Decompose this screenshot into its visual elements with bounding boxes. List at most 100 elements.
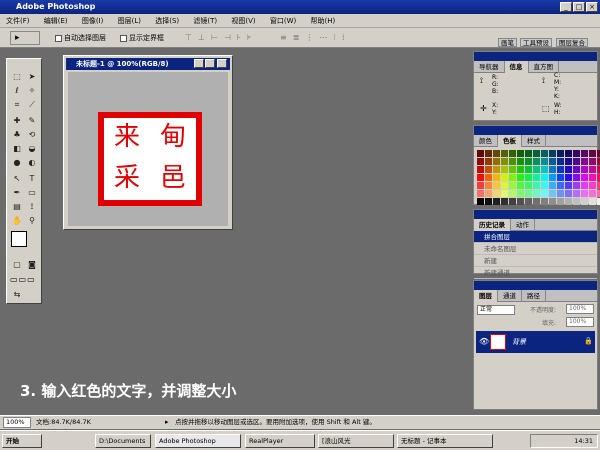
swatch[interactable]: [485, 166, 492, 173]
swatch[interactable]: [493, 158, 500, 165]
swatch[interactable]: [565, 174, 572, 181]
tab-tool-presets[interactable]: 工具预设: [520, 38, 552, 47]
swatch[interactable]: [533, 174, 540, 181]
swatch[interactable]: [565, 166, 572, 173]
swatch[interactable]: [549, 158, 556, 165]
swatch[interactable]: [565, 182, 572, 189]
menu-file[interactable]: 文件(F): [0, 14, 36, 28]
blend-mode-select[interactable]: 正常: [477, 305, 515, 315]
swatch[interactable]: [549, 174, 556, 181]
swatch[interactable]: [501, 166, 508, 173]
swatch[interactable]: [541, 182, 548, 189]
task-documents[interactable]: D:\Documents: [95, 434, 151, 448]
screen-mode-icon[interactable]: ▭▭▭: [10, 275, 38, 285]
tab-styles[interactable]: 样式: [522, 135, 546, 147]
zoom-tool-icon[interactable]: ⚲: [25, 215, 39, 227]
canvas[interactable]: 来 甸 采 邑: [68, 72, 228, 226]
swatch[interactable]: [549, 198, 556, 205]
tab-color[interactable]: 颜色: [474, 135, 498, 147]
swatch[interactable]: [493, 166, 500, 173]
hand-tool-icon[interactable]: ✋: [10, 215, 24, 227]
swatch[interactable]: [509, 158, 516, 165]
swatch[interactable]: [589, 190, 596, 197]
swatch[interactable]: [541, 190, 548, 197]
move-tool-preset-icon[interactable]: ▸: [10, 31, 40, 45]
swatch[interactable]: [573, 150, 580, 157]
slice-tool-icon[interactable]: ⟋: [25, 99, 39, 111]
swatch[interactable]: [477, 158, 484, 165]
shape-tool-icon[interactable]: ▭: [25, 187, 39, 199]
swatch[interactable]: [517, 150, 524, 157]
swatch[interactable]: [541, 158, 548, 165]
swatch[interactable]: [509, 166, 516, 173]
swatch[interactable]: [517, 166, 524, 173]
tab-navigator[interactable]: 导航器: [474, 61, 505, 73]
swatch[interactable]: [565, 198, 572, 205]
swatch[interactable]: [517, 158, 524, 165]
marquee-tool-icon[interactable]: ⬚: [10, 71, 24, 83]
tab-history[interactable]: 历史记录: [474, 219, 511, 231]
doc-minimize-button[interactable]: [194, 59, 204, 68]
swatch[interactable]: [557, 174, 564, 181]
clone-stamp-icon[interactable]: ♣: [10, 129, 24, 141]
foreground-color-swatch[interactable]: [11, 231, 27, 247]
swatch[interactable]: [525, 198, 532, 205]
swatch[interactable]: [541, 174, 548, 181]
swatch[interactable]: [565, 158, 572, 165]
task-notepad[interactable]: 无标题 - 记事本: [397, 434, 493, 448]
maximize-button[interactable]: □: [573, 2, 585, 12]
menu-filter[interactable]: 滤镜(T): [187, 14, 223, 28]
swatch[interactable]: [525, 150, 532, 157]
swatch[interactable]: [525, 190, 532, 197]
swatch[interactable]: [477, 174, 484, 181]
menu-view[interactable]: 视图(V): [225, 14, 261, 28]
task-scenery[interactable]: [浪山风光: [318, 434, 394, 448]
swatch[interactable]: [581, 158, 588, 165]
swatch[interactable]: [517, 174, 524, 181]
swatch[interactable]: [573, 166, 580, 173]
healing-brush-icon[interactable]: ✚: [10, 115, 24, 127]
notes-tool-icon[interactable]: ▤: [10, 201, 24, 213]
pen-tool-icon[interactable]: ✒: [10, 187, 24, 199]
tab-paths[interactable]: 路径: [522, 290, 546, 302]
quick-mask-icon[interactable]: ◙: [25, 259, 39, 271]
history-item-active[interactable]: 拼合图层: [474, 231, 597, 243]
tab-channels[interactable]: 通道: [498, 290, 522, 302]
fill-field[interactable]: 100%: [566, 317, 594, 327]
swatch[interactable]: [581, 166, 588, 173]
swatch[interactable]: [589, 174, 596, 181]
eye-icon[interactable]: 👁: [479, 337, 489, 346]
magic-wand-tool-icon[interactable]: ✧: [25, 85, 39, 97]
swatch[interactable]: [525, 182, 532, 189]
swatch[interactable]: [581, 182, 588, 189]
swatch[interactable]: [557, 190, 564, 197]
history-brush-icon[interactable]: ⟲: [25, 129, 39, 141]
move-tool-icon[interactable]: ➤: [25, 71, 39, 83]
swatch[interactable]: [485, 198, 492, 205]
doc-close-button[interactable]: [217, 59, 227, 68]
swatch[interactable]: [557, 182, 564, 189]
swatch[interactable]: [493, 190, 500, 197]
minimize-button[interactable]: _: [560, 2, 572, 12]
menu-layer[interactable]: 图层(L): [112, 14, 147, 28]
standard-mode-icon[interactable]: ▢: [10, 259, 24, 271]
swatch[interactable]: [485, 174, 492, 181]
swatch[interactable]: [493, 198, 500, 205]
swatch[interactable]: [477, 182, 484, 189]
opacity-field[interactable]: 100%: [566, 304, 594, 314]
swatch[interactable]: [509, 182, 516, 189]
history-item[interactable]: 未命名图层: [474, 243, 597, 255]
swatch[interactable]: [477, 150, 484, 157]
swatch[interactable]: [533, 182, 540, 189]
swatch[interactable]: [485, 158, 492, 165]
swatch[interactable]: [501, 182, 508, 189]
zoom-field[interactable]: 100%: [3, 417, 31, 428]
blur-tool-icon[interactable]: ●: [10, 157, 24, 169]
swatch[interactable]: [565, 190, 572, 197]
swatch[interactable]: [589, 198, 596, 205]
eyedropper-icon[interactable]: ⟟: [25, 201, 39, 213]
swatch[interactable]: [501, 158, 508, 165]
swatch[interactable]: [493, 174, 500, 181]
swatch[interactable]: [557, 158, 564, 165]
history-item[interactable]: 新建: [474, 255, 597, 267]
